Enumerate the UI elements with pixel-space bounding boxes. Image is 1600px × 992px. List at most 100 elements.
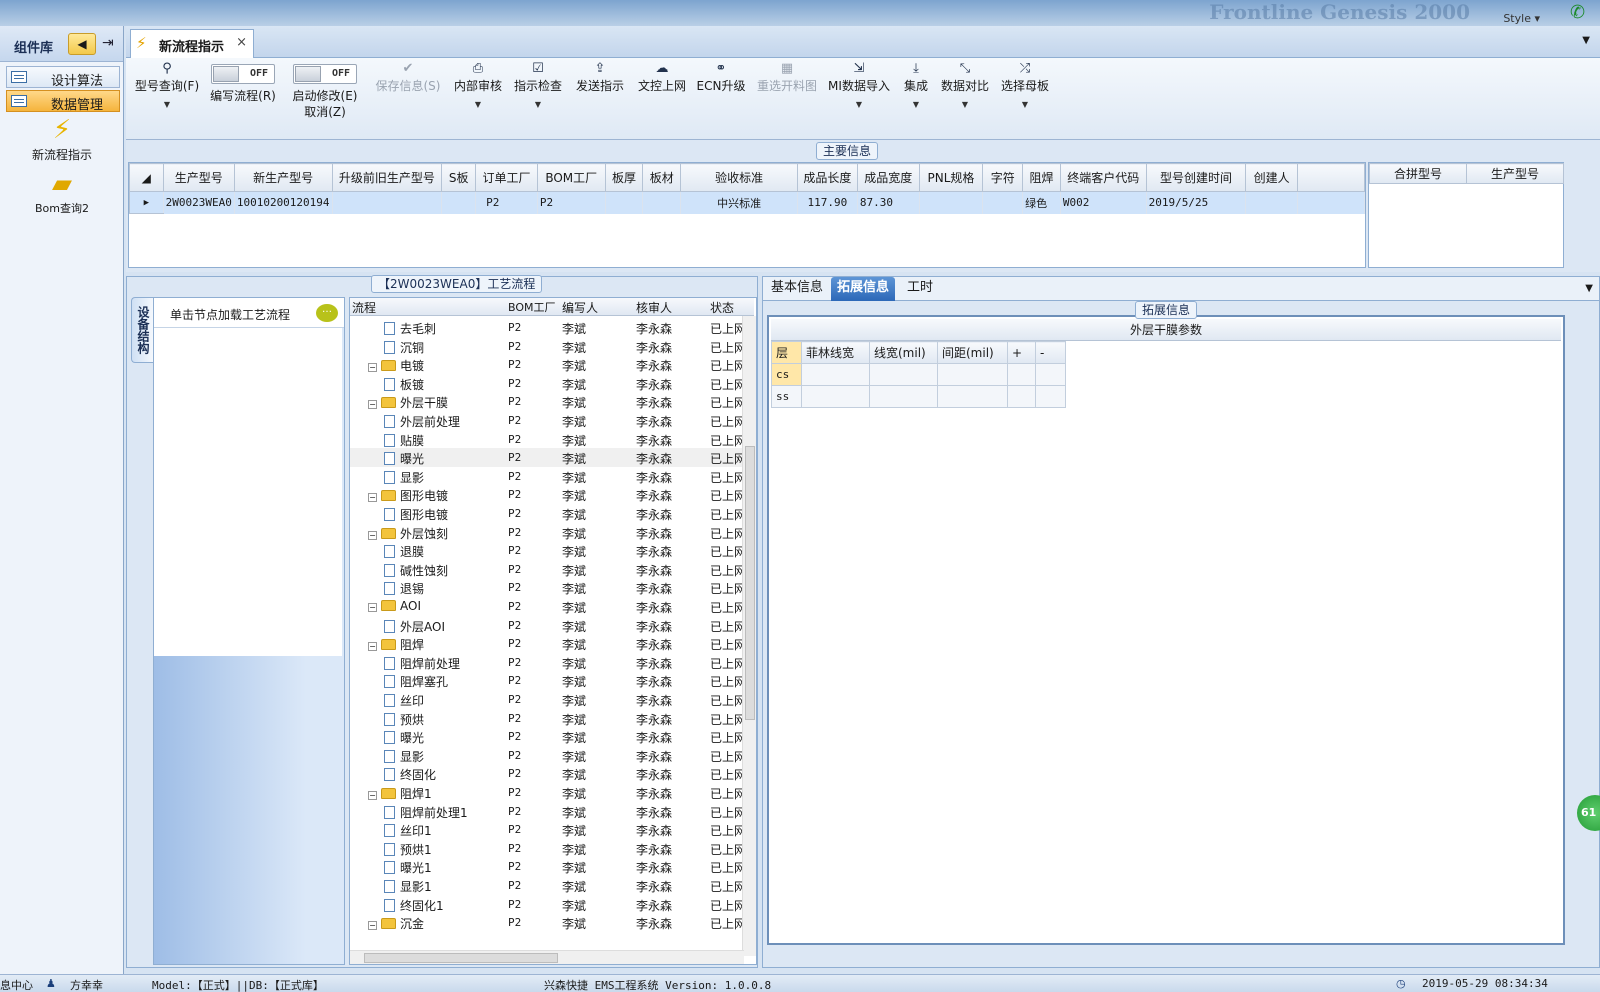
col-header[interactable]: 生产型号 [1466,163,1564,184]
col-header[interactable]: 阻焊 [1022,163,1061,192]
collapse-toggle-icon[interactable]: − [368,921,377,931]
table-row[interactable]: cs [771,363,1066,386]
col-header[interactable]: 间距(mil) [937,341,1008,364]
internal-review-button[interactable]: ⎙ 内部审核 ▼ [452,58,504,130]
chat-bubble-icon[interactable]: … [316,304,338,322]
instruction-check-button[interactable]: ☑ 指示检查 ▼ [512,58,564,130]
table-cell[interactable] [937,363,1008,386]
floating-badge[interactable]: 61 [1577,795,1600,831]
table-cell[interactable] [1007,363,1036,386]
table-cell[interactable] [642,191,682,214]
collapse-toggle-icon[interactable]: − [368,530,377,540]
tree-row[interactable]: 丝印 P2 李斌 李永森 已上网 [350,690,744,709]
table-cell[interactable]: 中兴标准 [680,191,799,214]
add-row-button[interactable]: + [1007,341,1036,364]
send-instruction-button[interactable]: ⇪ 发送指示 [574,58,626,130]
table-cell[interactable] [869,363,938,386]
device-tree-area[interactable] [154,328,342,656]
chevron-down-icon[interactable]: ▼ [1585,283,1593,294]
table-cell[interactable]: P2 [475,191,538,214]
tree-row[interactable]: 去毛刺 P2 李斌 李永森 已上网 [350,318,744,337]
col-header[interactable]: 流程 [352,299,376,316]
select-motherboard-button[interactable]: ⤮ 选择母板 ▼ [998,58,1052,130]
table-cell[interactable] [869,385,938,408]
save-info-button[interactable]: ✔ 保存信息(S) [372,58,444,130]
tool-new-process[interactable]: ⚡ 新流程指示 [10,114,114,163]
tree-row[interactable]: 曝光1 P2 李斌 李永森 已上网 [350,857,744,876]
table-cell[interactable]: 87.30 [857,191,920,214]
toggle-switch[interactable]: OFF [211,64,275,84]
table-row[interactable]: ss [771,385,1066,408]
toggle-switch[interactable]: OFF [293,64,357,84]
tree-row[interactable]: 阻焊塞孔 P2 李斌 李永森 已上网 [350,671,744,690]
mi-data-import-button[interactable]: ⇲ MI数据导入 ▼ [826,58,892,130]
col-header[interactable]: 升级前旧生产型号 [331,163,443,192]
col-header[interactable]: 订单工厂 [475,163,538,192]
tree-row[interactable]: 退锡 P2 李斌 李永森 已上网 [350,578,744,597]
table-cell[interactable] [982,191,1024,214]
table-row[interactable]: ▶ 2W0023WEA0 10010200120194 P2 P2 中兴标准 1… [129,191,1366,214]
layer-cell[interactable]: ss [771,385,802,408]
vertical-scrollbar[interactable] [742,316,756,956]
tree-row[interactable]: 显影1 P2 李斌 李永森 已上网 [350,876,744,895]
col-header[interactable]: 字符 [982,163,1024,192]
nav-data-management[interactable]: 数据管理 [6,90,120,113]
table-cell[interactable] [441,191,477,214]
tree-row[interactable]: − 沉金 P2 李斌 李永森 已上网 [350,913,744,932]
tree-row[interactable]: 丝印1 P2 李斌 李永森 已上网 [350,820,744,839]
tree-row[interactable]: 终固化1 P2 李斌 李永森 已上网 [350,895,744,914]
col-header[interactable]: 终端客户代码 [1059,163,1147,192]
col-header[interactable]: 板厚 [604,163,644,192]
collapse-toggle-icon[interactable]: − [368,493,377,503]
col-header[interactable]: BOM工厂 [536,163,606,192]
tab-basic-info[interactable]: 基本信息 [765,277,829,301]
tree-row[interactable]: 预烘 P2 李斌 李永森 已上网 [350,709,744,728]
close-icon[interactable]: × [236,35,247,50]
horizontal-scrollbar[interactable] [350,950,744,964]
col-header[interactable]: BOM工厂 [508,299,556,315]
table-cell[interactable] [1245,191,1298,214]
tree-row[interactable]: − AOI P2 李斌 李永森 已上网 [350,597,744,616]
table-cell[interactable]: 10010200120194 [234,191,333,214]
table-cell[interactable] [1007,385,1036,408]
collapse-toggle-icon[interactable]: − [368,642,377,652]
query-model-button[interactable]: ⚲ 型号查询(F) ▼ [130,58,204,130]
tree-row[interactable]: 板镀 P2 李斌 李永森 已上网 [350,374,744,393]
tree-row[interactable]: − 阻焊1 P2 李斌 李永森 已上网 [350,783,744,802]
col-header[interactable]: S板 [441,163,477,192]
tree-row[interactable]: 沉铜 P2 李斌 李永森 已上网 [350,337,744,356]
layer-cell[interactable]: cs [771,363,802,386]
tree-row[interactable]: 外层前处理 P2 李斌 李永森 已上网 [350,411,744,430]
reselect-cutting-button[interactable]: ▦ 重选开料图 [754,58,820,130]
tree-row[interactable]: 退膜 P2 李斌 李永森 已上网 [350,541,744,560]
ecn-upgrade-button[interactable]: ⚭ ECN升级 [696,58,746,130]
table-cell[interactable]: 2W0023WEA0 [163,191,235,214]
table-cell[interactable]: 2019/5/25 [1146,191,1247,214]
publish-online-button[interactable]: ☁ 文控上网 [636,58,688,130]
tool-bom-query[interactable]: ▰ Bom查询2 [10,168,114,216]
cancel-edit-button[interactable]: 取消(Z) [288,105,362,119]
col-header[interactable]: 新生产型号 [233,163,333,192]
tab-device-structure[interactable]: 设备结构 [131,297,153,363]
table-cell[interactable] [1035,385,1066,408]
tree-row[interactable]: 终固化 P2 李斌 李永森 已上网 [350,764,744,783]
style-menu[interactable]: Style ▾ [1503,12,1540,25]
tree-row[interactable]: 图形电镀 P2 李斌 李永森 已上网 [350,504,744,523]
col-header[interactable]: 型号创建时间 [1145,163,1247,192]
scroll-thumb[interactable] [364,953,558,963]
nav-design-algorithm[interactable]: 设计算法 [6,66,120,89]
col-header[interactable]: 板材 [642,163,682,192]
scroll-thumb[interactable] [745,446,755,720]
pin-icon[interactable]: ⇥ [102,35,114,51]
remove-row-button[interactable]: - [1035,341,1066,364]
tree-row[interactable]: 阻焊前处理1 P2 李斌 李永森 已上网 [350,802,744,821]
col-header[interactable]: 创建人 [1245,163,1298,192]
col-header[interactable]: 编写人 [562,299,598,316]
table-cell[interactable] [919,191,984,214]
tree-row[interactable]: − 外层蚀刻 P2 李斌 李永森 已上网 [350,523,744,542]
data-compare-button[interactable]: ⤡ 数据对比 ▼ [938,58,992,130]
tree-row[interactable]: 显影 P2 李斌 李永森 已上网 [350,467,744,486]
table-cell[interactable] [1035,363,1066,386]
tab-extended-info[interactable]: 拓展信息 [831,277,896,301]
table-cell[interactable] [937,385,1008,408]
